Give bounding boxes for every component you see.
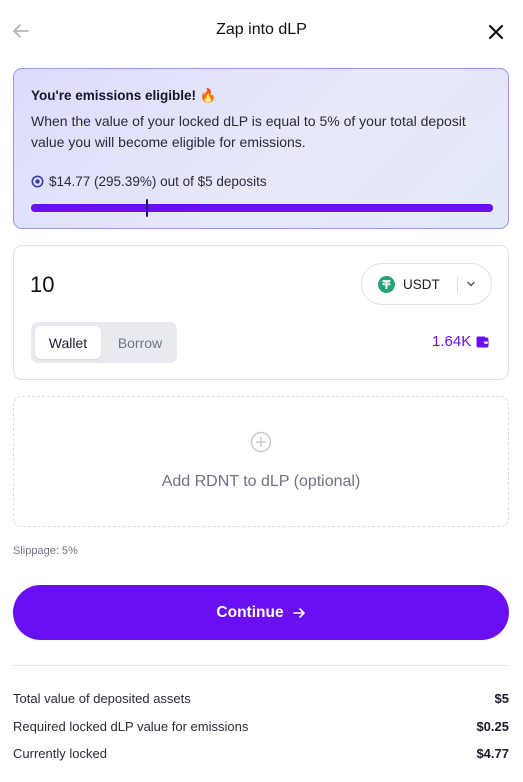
eligibility-description: When the value of your locked dLP is equ…	[31, 113, 466, 150]
summary-label: Required locked dLP value for emissions	[13, 719, 249, 734]
continue-label: Continue	[216, 603, 284, 621]
summary-value: $0.25	[476, 719, 509, 734]
divider	[13, 665, 509, 666]
progress-ring-icon	[31, 175, 44, 187]
locked-summary: $14.77 (295.39%) out of $5 deposits	[31, 172, 267, 190]
continue-button[interactable]: Continue	[13, 585, 509, 640]
summary-label: Currently locked	[13, 746, 107, 761]
eligibility-title: You're emissions eligible! 🔥	[31, 88, 217, 104]
token-select[interactable]: USDT	[361, 263, 492, 305]
tether-icon	[378, 275, 395, 293]
plus-circle-icon	[250, 431, 272, 453]
modal-title: Zap into dLP	[216, 21, 307, 38]
token-name: USDT	[403, 276, 440, 292]
eligibility-title-text: You're emissions eligible!	[31, 88, 197, 103]
tab-wallet[interactable]: Wallet	[35, 326, 101, 359]
deposit-input-card: 10 USDT Wallet Borrow 1.64K	[13, 245, 509, 380]
chevron-down-icon	[467, 281, 475, 287]
arrow-right-icon	[292, 607, 305, 618]
wallet-balance-value: 1.64K	[432, 333, 472, 350]
token-select-divider	[457, 277, 458, 293]
wallet-balance[interactable]: 1.64K	[432, 333, 489, 350]
close-button[interactable]	[486, 22, 506, 42]
add-rdnt-card[interactable]: Add RDNT to dLP (optional)	[13, 396, 509, 527]
close-icon	[488, 24, 504, 40]
locked-summary-text: $14.77 (295.39%) out of $5 deposits	[49, 173, 267, 189]
progress-fill	[31, 204, 493, 212]
summary-value: $5	[494, 691, 509, 706]
fire-icon: 🔥	[199, 88, 217, 103]
amount-input[interactable]: 10	[30, 272, 54, 298]
eligibility-card: You're emissions eligible! 🔥 When the va…	[13, 68, 509, 229]
modal-header: Zap into dLP	[0, 0, 523, 64]
summary-row-currently-locked: Currently locked $4.77	[13, 746, 509, 764]
summary-value: $4.77	[476, 746, 509, 761]
required-threshold-marker	[145, 199, 148, 217]
eligibility-progress-bar	[31, 199, 493, 217]
summary-row-required-locked: Required locked dLP value for emissions …	[13, 719, 509, 737]
source-toggle: Wallet Borrow	[31, 322, 177, 363]
slippage-setting[interactable]: Slippage: 5%	[13, 545, 78, 557]
add-rdnt-label: Add RDNT to dLP (optional)	[161, 473, 361, 490]
wallet-icon	[476, 336, 489, 347]
summary-row-total-deposited: Total value of deposited assets $5	[13, 691, 509, 709]
summary-label: Total value of deposited assets	[13, 691, 191, 706]
tab-borrow[interactable]: Borrow	[107, 326, 173, 359]
